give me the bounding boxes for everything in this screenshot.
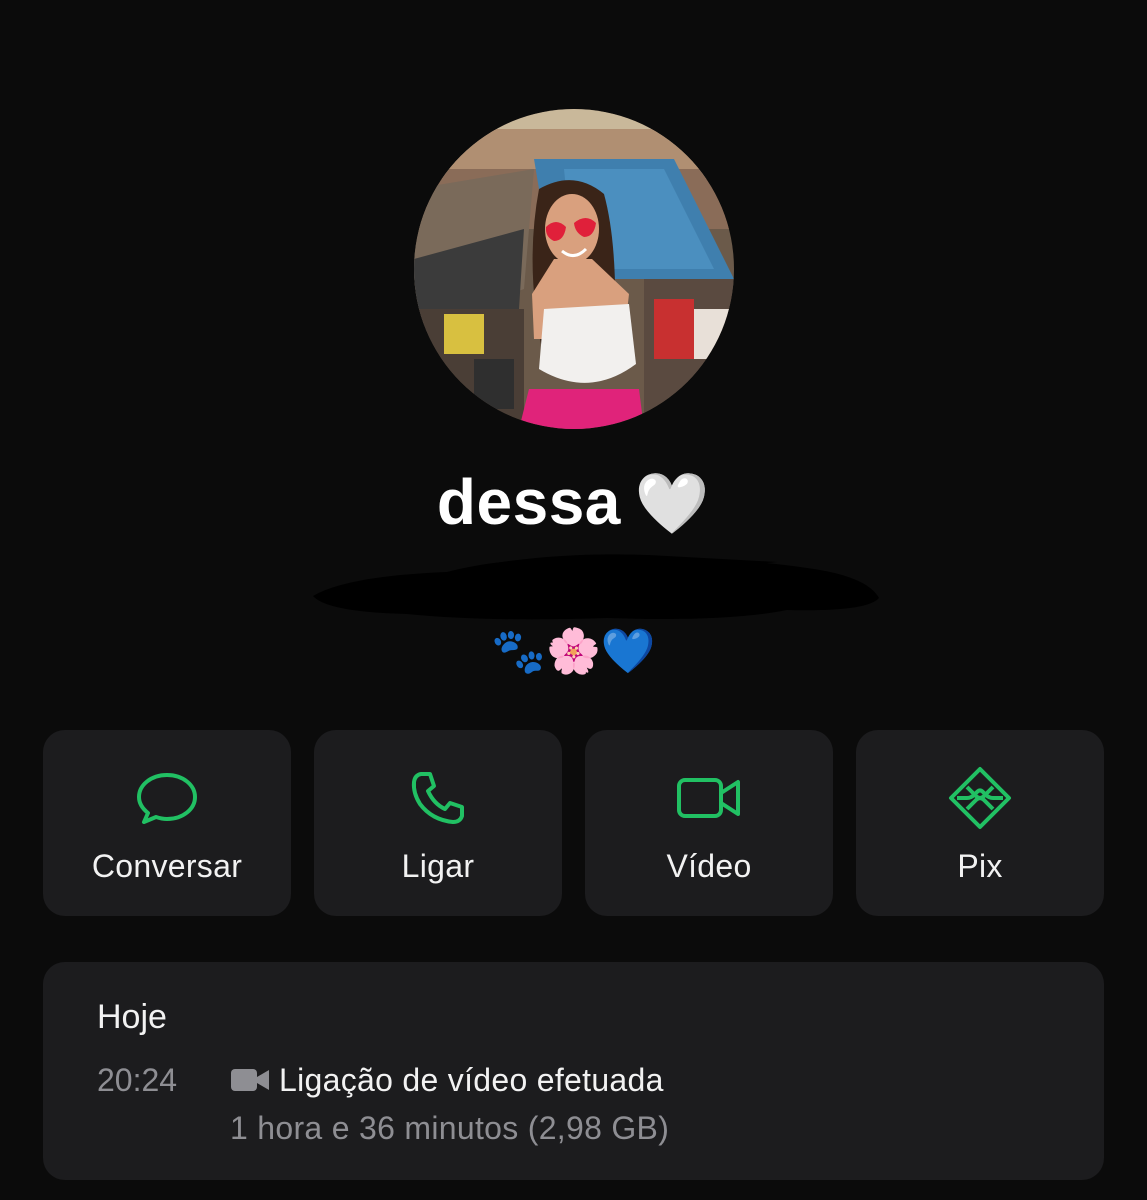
call-history-card: Hoje 20:24 Ligação de vídeo efetuada 1 h…	[43, 962, 1104, 1180]
profile-photo[interactable]	[414, 109, 734, 429]
conversar-label: Conversar	[91, 848, 243, 884]
pix-button[interactable]: Pix	[856, 730, 1104, 916]
video-camera-icon	[231, 1069, 269, 1091]
redacted-phone-number	[313, 554, 879, 620]
pix-label: Pix	[957, 848, 1003, 884]
video-camera-icon	[585, 766, 833, 830]
white-heart-emoji: 🤍	[634, 469, 711, 539]
profile-photo-image	[414, 109, 734, 429]
chat-bubble-icon	[43, 766, 291, 830]
video-label: Vídeo	[666, 848, 752, 884]
ligar-button[interactable]: Ligar	[314, 730, 562, 916]
blue-heart-emoji: 💙	[600, 626, 656, 677]
ligar-label: Ligar	[401, 848, 475, 884]
pix-icon	[856, 766, 1104, 830]
status-emojis: 🐾🌸💙	[0, 624, 1147, 680]
video-button[interactable]: Vídeo	[585, 730, 833, 916]
call-description: Ligação de vídeo efetuada	[279, 1062, 664, 1098]
history-day: Hoje	[97, 998, 167, 1036]
cherry-blossom-emoji: 🌸	[546, 626, 601, 677]
paws-emoji: 🐾	[491, 626, 547, 677]
call-duration: 1 hora e 36 minutos (2,98 GB)	[230, 1110, 670, 1146]
call-time: 20:24	[97, 1062, 178, 1098]
phone-icon	[314, 766, 562, 830]
contact-name: dessa 🤍	[0, 462, 1147, 544]
contact-name-text: dessa	[436, 466, 621, 538]
conversar-button[interactable]: Conversar	[43, 730, 291, 916]
